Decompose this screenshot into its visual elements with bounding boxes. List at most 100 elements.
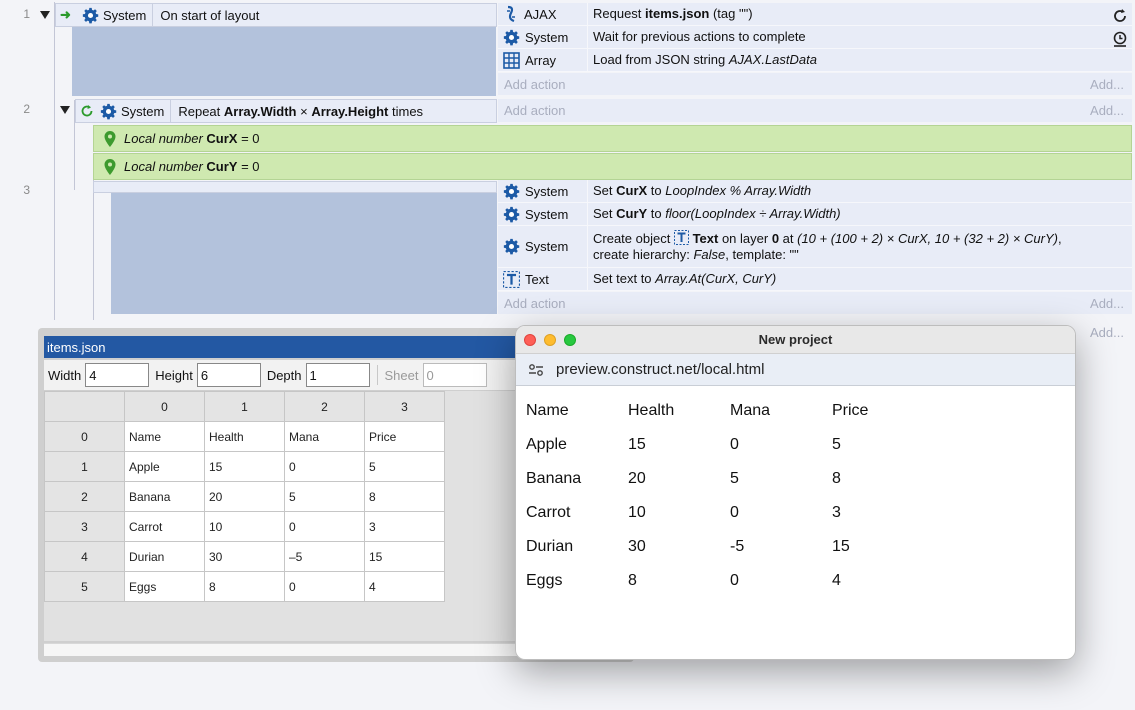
action-row[interactable]: Text Set text to Array.At(CurX, CurY) [498,268,1132,291]
action-row[interactable]: AJAX Request items.json (tag "") [498,3,1132,26]
array-icon [503,51,520,69]
row-header[interactable]: 0 [44,421,125,452]
action-row[interactable]: System Create object Text on layer 0 at … [498,226,1132,268]
grid-cell[interactable]: Price [364,421,445,452]
action-object-label: System [525,183,569,199]
gear-icon [100,103,117,119]
collapse-toggle-icon[interactable] [60,106,70,114]
site-settings-icon[interactable] [528,362,544,378]
condition-object-label: System [103,7,147,23]
action-text: Create object Text on layer 0 at (10 + (… [593,230,1062,262]
event-tree-line [54,2,55,320]
condition-object: System [76,4,154,26]
action-row[interactable]: Array Load from JSON string AJAX.LastDat… [498,49,1132,72]
grid-cell[interactable]: Durian [124,541,205,572]
location-pin-icon [104,158,116,175]
row-header[interactable]: 4 [44,541,125,572]
horizontal-scrollbar[interactable] [44,643,524,656]
width-input[interactable] [85,363,150,387]
row-header[interactable]: 5 [44,571,125,602]
grid-cell[interactable]: 4 [364,571,445,602]
column-header[interactable]: 2 [284,391,365,422]
column-header[interactable]: 0 [124,391,205,422]
action-object: AJAX [498,3,588,25]
grid-cell[interactable]: Name [124,421,205,452]
row-header[interactable]: 3 [44,511,125,542]
close-icon[interactable] [524,334,536,346]
add-link[interactable]: Add... [1090,103,1124,118]
grid-cell[interactable]: 0 [284,511,365,542]
maximize-icon[interactable] [564,334,576,346]
grid-cell[interactable]: –5 [284,541,365,572]
add-link[interactable]: Add... [1090,296,1124,311]
grid-cell[interactable]: 8 [204,571,285,602]
action-row[interactable]: System Set CurX to LoopIndex % Array.Wid… [498,180,1132,203]
action-row[interactable]: System Set CurY to floor(LoopIndex ÷ Arr… [498,203,1132,226]
local-variable-curx[interactable]: Local number CurX = 0 [93,125,1132,152]
grid-cell[interactable]: 0 [284,571,365,602]
address-bar[interactable]: preview.construct.net/local.html [516,354,1075,386]
grid-cell[interactable]: Apple [124,451,205,482]
window-title: New project [758,332,833,347]
grid-cell[interactable]: Carrot [124,511,205,542]
grid-cell[interactable]: 15 [364,541,445,572]
sheet-input[interactable] [422,363,487,387]
row-header[interactable]: 2 [44,481,125,512]
column-header[interactable]: 1 [204,391,285,422]
column-header[interactable]: 3 [364,391,445,422]
minimize-icon[interactable] [544,334,556,346]
local-variable-text: Local number CurY = 0 [124,159,260,174]
add-action-link[interactable]: Add action [504,296,565,311]
table-row: 0 Name Health Mana Price [44,421,445,452]
table-row: 4 Durian 30 –5 15 [44,541,445,572]
grid-cell[interactable]: 20 [204,481,285,512]
add-link[interactable]: Add... [1090,325,1124,340]
action-object: Text [498,268,588,290]
url-text[interactable]: preview.construct.net/local.html [556,361,764,378]
add-action-link[interactable]: Add action [504,103,565,118]
action-text: Set CurX to LoopIndex % Array.Width [593,183,812,198]
grid-cell[interactable]: 8 [364,481,445,512]
table-cell: Carrot [526,504,571,521]
add-action-link[interactable]: Add action [504,77,565,92]
condition-object: System [94,100,172,122]
grid-cell[interactable]: 3 [364,511,445,542]
grid-cell[interactable]: Health [204,421,285,452]
grid-cell[interactable]: 5 [284,481,365,512]
grid-cell[interactable]: Mana [284,421,365,452]
gear-icon [503,206,520,222]
add-action-row[interactable]: Add action Add... [498,73,1132,95]
table-cell: Apple [526,436,567,453]
grid-cell[interactable]: 15 [204,451,285,482]
collapse-toggle-icon[interactable] [40,11,50,19]
local-variable-text: Local number CurX = 0 [124,131,260,146]
condition-on-start-of-layout[interactable]: ➜ System On start of layout [55,3,497,27]
text-object-icon [503,270,520,288]
window-titlebar[interactable]: New project [516,326,1075,354]
empty-condition-area[interactable] [93,181,497,193]
depth-input[interactable] [305,363,370,387]
grid-cell[interactable]: Banana [124,481,205,512]
grid-cell[interactable]: 0 [284,451,365,482]
refresh-icon[interactable] [1112,8,1128,24]
local-variable-cury[interactable]: Local number CurY = 0 [93,153,1132,180]
grid-cell[interactable]: 30 [204,541,285,572]
table-cell: -5 [730,538,745,555]
location-pin-icon [104,130,116,147]
action-row[interactable]: System Wait for previous actions to comp… [498,26,1132,49]
grid-cell[interactable]: 10 [204,511,285,542]
height-input[interactable] [196,363,261,387]
table-row: Apple 15 0 5 [526,428,934,462]
add-action-row[interactable]: Add action Add... [498,99,1132,122]
action-text: Wait for previous actions to complete [593,29,806,44]
wait-clock-icon[interactable] [1112,31,1128,47]
action-object-label: AJAX [524,6,557,22]
table-cell: 15 [832,538,850,555]
grid-cell[interactable]: 5 [364,451,445,482]
add-link[interactable]: Add... [1090,77,1124,92]
add-action-row[interactable]: Add action Add... [498,292,1132,314]
condition-repeat[interactable]: System Repeat Array.Width × Array.Height… [75,99,497,123]
table-cell: 15 [628,436,646,453]
row-header[interactable]: 1 [44,451,125,482]
grid-cell[interactable]: Eggs [124,571,205,602]
